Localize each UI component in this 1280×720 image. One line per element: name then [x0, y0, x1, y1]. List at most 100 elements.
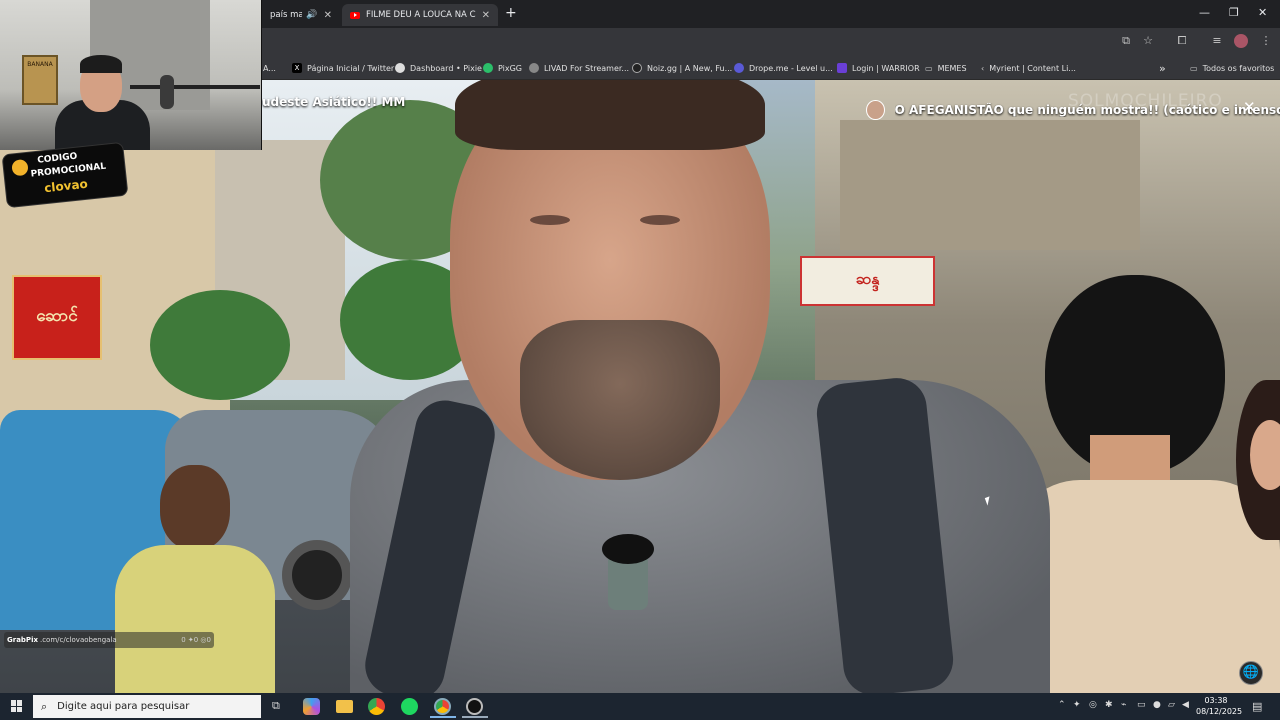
next-video-caption: udeste Asiático!! MM — [262, 95, 406, 109]
chrome-icon[interactable] — [368, 698, 385, 715]
pixgg-icon — [483, 63, 493, 73]
search-placeholder: Digite aqui para pesquisar — [57, 701, 190, 712]
pixie-icon — [395, 63, 405, 73]
bookmark-label: Dashboard • Pixie — [410, 63, 482, 73]
bookmark-label: MEMES — [937, 63, 967, 73]
scene-tree — [150, 290, 290, 400]
tab-pais[interactable]: país mais E 🔊 ✕ — [262, 4, 340, 26]
globe-icon[interactable]: 🌐 — [1239, 661, 1263, 685]
bookmark-label: Myrient | Content Li... — [989, 63, 1076, 73]
bookmark-label: PixGG — [498, 63, 523, 73]
bookmark-label: LIVAD For Streamer... — [544, 63, 630, 73]
windows-start-icon[interactable] — [11, 700, 23, 712]
promo-code: clovao — [43, 176, 89, 196]
coin-icon — [11, 158, 29, 177]
tray-app-icon[interactable]: ⌁ — [1121, 700, 1126, 710]
bookmark-item[interactable]: A... — [263, 61, 276, 75]
volume-icon[interactable]: ◀ — [1182, 700, 1189, 710]
search-icon: ⌕ — [41, 699, 48, 713]
microphone-tray-icon[interactable]: ● — [1153, 700, 1161, 710]
running-app-indicator — [462, 716, 488, 718]
clock-time: 03:38 — [1204, 696, 1228, 705]
close-window-button[interactable]: ✕ — [1258, 6, 1267, 19]
tab-close-icon[interactable]: ✕ — [482, 10, 490, 21]
new-tab-button[interactable]: + — [505, 5, 517, 21]
bookmark-label: Noiz.gg | A New, Fu... — [647, 63, 733, 73]
profile-avatar-icon[interactable] — [1234, 34, 1248, 48]
copilot-icon[interactable] — [303, 698, 320, 715]
tray-overflow-icon[interactable]: ⌃ — [1058, 700, 1066, 710]
video-player[interactable]: ဆောင် ဆန္ဒ — [0, 80, 1280, 693]
microphone-icon — [160, 75, 174, 109]
install-app-icon[interactable]: ⧉ — [1119, 34, 1133, 48]
store-sign: ဆောင် — [12, 275, 102, 360]
bookmark-noiz[interactable]: Noiz.gg | A New, Fu... — [632, 61, 732, 75]
streamer-beanie — [80, 55, 122, 73]
media-control-icon[interactable]: ≡ — [1210, 34, 1224, 48]
restore-button[interactable]: ❐ — [1229, 6, 1239, 19]
extensions-icon[interactable]: ⧠ — [1175, 34, 1189, 48]
bookmarks-overflow-button[interactable]: » — [1159, 61, 1166, 75]
bookmark-label: Login | WARRIOR — [852, 63, 920, 73]
bookmark-livad[interactable]: LIVAD For Streamer... — [529, 61, 629, 75]
menu-kebab-icon[interactable]: ⋮ — [1259, 34, 1273, 48]
tray-app-icon[interactable]: ▭ — [1137, 700, 1146, 710]
clock-date: 08/12/2025 — [1196, 707, 1243, 716]
promo-line1: CODIGO — [36, 151, 78, 166]
webcam-overlay: BANANA — [0, 0, 262, 150]
bookmark-label: Todos os favoritos — [1202, 63, 1275, 73]
tab-close-icon[interactable]: ✕ — [324, 10, 332, 21]
folder-icon: ▭ — [1190, 63, 1198, 73]
network-icon[interactable]: ▱ — [1168, 700, 1175, 710]
bookmark-myrient[interactable]: ‹ Myrient | Content Li... — [981, 61, 1076, 75]
tray-headset-icon[interactable]: ◎ — [1089, 700, 1097, 710]
chrome-active-icon[interactable] — [434, 698, 451, 715]
myrient-icon: ‹ — [981, 63, 985, 73]
active-app-indicator — [430, 716, 456, 718]
tab-label: FILME DEU A LOUCA NA CHAR — [366, 10, 476, 20]
wall-poster: BANANA — [22, 55, 58, 105]
bookmark-warrior[interactable]: Login | WARRIOR — [837, 61, 920, 75]
scene-person — [115, 465, 275, 693]
close-overlay-icon[interactable]: ✕ — [1243, 98, 1256, 116]
warrior-icon — [837, 63, 847, 73]
speaker-icon[interactable]: 🔊 — [306, 10, 317, 20]
grabpix-url: .com/c/clovaobengala — [39, 636, 117, 644]
noiz-icon — [632, 63, 642, 73]
bookmark-folder-memes[interactable]: ▭ MEMES — [925, 61, 967, 75]
youtube-icon — [350, 11, 360, 19]
bluetooth-icon[interactable]: ✱ — [1105, 700, 1113, 710]
notifications-icon[interactable]: ▤ — [1252, 700, 1262, 713]
bookmark-label: A... — [263, 63, 276, 73]
spotify-icon[interactable] — [401, 698, 418, 715]
taskbar-clock[interactable]: 03:38 08/12/2025 — [1196, 695, 1243, 717]
video-title[interactable]: O AFEGANISTÃO que ninguém mostra!! (caót… — [895, 103, 1280, 117]
bookmark-pixie[interactable]: Dashboard • Pixie — [395, 61, 482, 75]
bookmark-twitter[interactable]: X Página Inicial / Twitter — [292, 61, 394, 75]
tab-filme[interactable]: FILME DEU A LOUCA NA CHAR ✕ — [342, 4, 498, 26]
taskbar-search-input[interactable]: ⌕ Digite aqui para pesquisar — [33, 695, 261, 718]
all-favorites-folder[interactable]: ▭ Todos os favoritos — [1190, 61, 1274, 75]
bookmark-pixgg[interactable]: PixGG — [483, 61, 522, 75]
grabpix-brand: GrabPix — [7, 636, 38, 644]
livad-icon — [529, 63, 539, 73]
grabpix-widget: GrabPix .com/c/clovaobengala 0 ✦0 ◎0 — [4, 632, 214, 648]
grabpix-stats: 0 ✦0 ◎0 — [181, 636, 211, 644]
tab-label: país mais E — [270, 10, 303, 20]
minimize-button[interactable]: — — [1199, 6, 1210, 19]
video-title-overlay[interactable]: O AFEGANISTÃO que ninguém mostra!! (caót… — [866, 96, 1280, 124]
bookmark-label: Página Inicial / Twitter — [307, 63, 395, 73]
obs-icon[interactable] — [466, 698, 483, 715]
scene-presenter — [350, 80, 1050, 693]
x-twitter-icon: X — [292, 63, 302, 73]
bookmark-drope[interactable]: Drope.me - Level u... — [734, 61, 833, 75]
drope-icon — [734, 63, 744, 73]
file-explorer-icon[interactable] — [336, 700, 353, 713]
bookmark-star-icon[interactable]: ☆ — [1141, 34, 1155, 48]
mic-arm — [130, 85, 260, 89]
tray-app-icon[interactable]: ✦ — [1073, 700, 1081, 710]
channel-avatar[interactable] — [866, 100, 885, 120]
task-view-icon[interactable]: ⧉ — [272, 699, 280, 713]
folder-icon: ▭ — [925, 63, 933, 73]
bookmark-label: Drope.me - Level u... — [749, 63, 833, 73]
